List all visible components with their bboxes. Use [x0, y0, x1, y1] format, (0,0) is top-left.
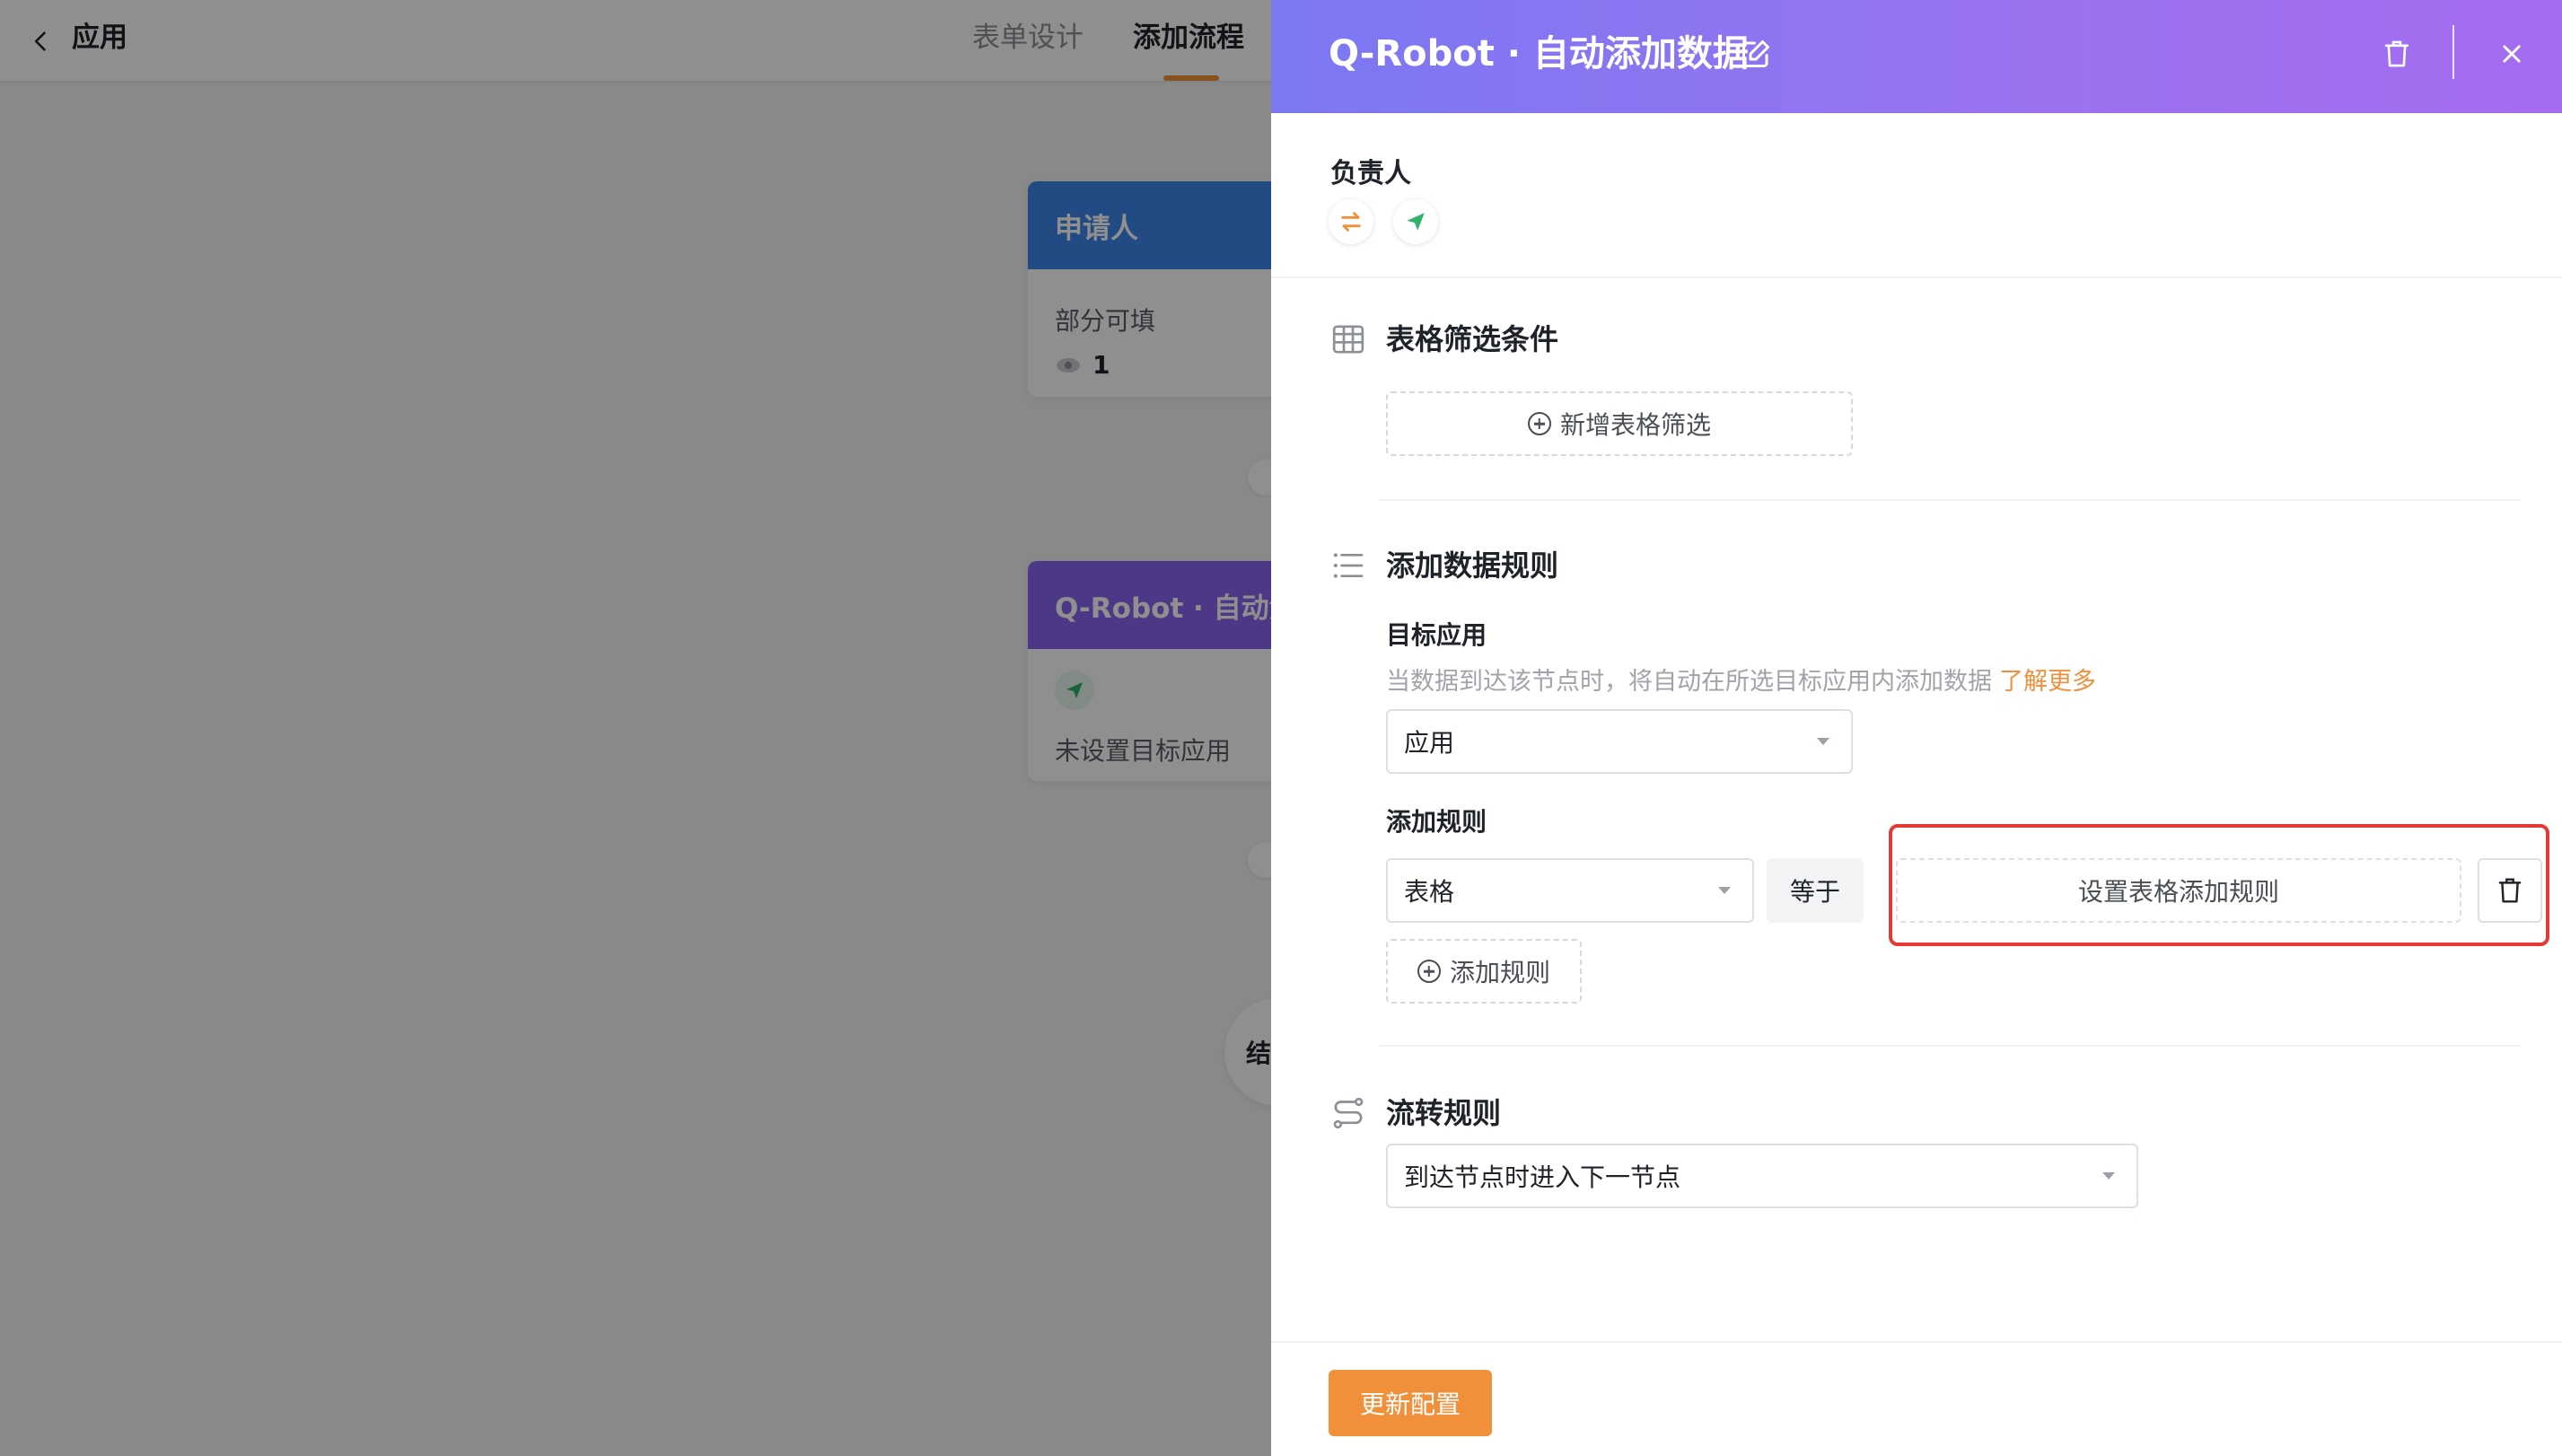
list-icon: [1329, 546, 1368, 585]
plus-circle-icon: [1417, 960, 1441, 983]
plus-circle-icon: [1527, 412, 1551, 435]
flow-icon: [1329, 1093, 1368, 1133]
delete-node-trash-icon[interactable]: [2377, 34, 2417, 74]
flow-rule-select-value: 到达节点时进入下一节点: [1404, 1162, 1681, 1192]
flow-rules-title: 流转规则: [1386, 1096, 1502, 1130]
modal-overlay[interactable]: [0, 0, 1271, 1456]
add-data-rules-title: 添加数据规则: [1386, 548, 1559, 583]
set-table-rule-button[interactable]: 设置表格添加规则: [1896, 858, 2461, 923]
swap-icon[interactable]: [1329, 199, 1373, 244]
owner-label: 负责人: [1330, 158, 1411, 189]
target-app-hint: 当数据到达该节点时，将自动在所选目标应用内添加数据 了解更多: [1386, 664, 2096, 700]
send-icon[interactable]: [1393, 199, 1438, 244]
learn-more-link[interactable]: 了解更多: [1999, 668, 2096, 696]
target-app-select-value: 应用: [1404, 728, 1455, 758]
add-table-filter-label: 新增表格筛选: [1559, 410, 1711, 440]
add-table-filter-button[interactable]: 新增表格筛选: [1386, 391, 1853, 456]
table-icon: [1329, 320, 1368, 359]
caret-down-icon: [1718, 887, 1731, 894]
close-icon[interactable]: [2490, 32, 2533, 75]
drawer-title: Q-Robot · 自动添加数据: [1329, 33, 1749, 75]
add-rule-button[interactable]: 添加规则: [1386, 939, 1582, 1004]
target-app-hint-text: 当数据到达该节点时，将自动在所选目标应用内添加数据: [1386, 668, 1992, 696]
drawer-header: Q-Robot · 自动添加数据: [1271, 0, 2562, 113]
section-divider: [1271, 276, 2562, 278]
update-config-button[interactable]: 更新配置: [1329, 1370, 1492, 1436]
node-settings-drawer: Q-Robot · 自动添加数据 负责人 表格筛选条件 新增表格筛选 添加数据规…: [1271, 0, 2562, 1456]
flow-rule-select[interactable]: 到达节点时进入下一节点: [1386, 1144, 2138, 1208]
table-filter-title: 表格筛选条件: [1386, 322, 1559, 356]
delete-rule-trash-icon[interactable]: [2478, 858, 2542, 923]
edit-icon[interactable]: [1736, 34, 1776, 74]
target-app-label: 目标应用: [1386, 620, 1487, 650]
caret-down-icon: [2102, 1172, 2115, 1180]
header-divider: [2452, 25, 2454, 79]
caret-down-icon: [1817, 738, 1829, 745]
table-select[interactable]: 表格: [1386, 858, 1754, 923]
add-rules-label: 添加规则: [1386, 807, 1487, 837]
section-divider: [1379, 499, 2521, 501]
operator-equals: 等于: [1767, 858, 1864, 923]
table-select-value: 表格: [1404, 877, 1455, 907]
section-divider: [1379, 1045, 2521, 1047]
add-rule-label: 添加规则: [1449, 958, 1550, 987]
footer-divider: [1271, 1341, 2562, 1343]
target-app-select[interactable]: 应用: [1386, 709, 1853, 774]
